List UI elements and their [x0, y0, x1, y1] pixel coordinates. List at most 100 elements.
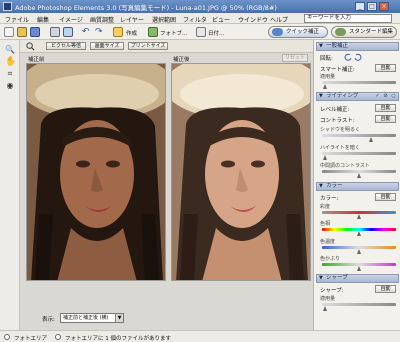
standard-edit-button[interactable]: スタンダード編集	[331, 26, 397, 38]
rotate-left-icon[interactable]	[344, 53, 352, 61]
slider-thumb[interactable]	[323, 155, 327, 160]
general-fix-header[interactable]: ▼ 一般補正	[316, 42, 399, 51]
rotate-label: 回転:	[320, 56, 333, 62]
menu-select[interactable]: 選択範囲	[152, 15, 176, 24]
quick-fix-panel: ▼ 一般補正 回転: スマート補正: 自動 適用量 ▼ ライティング ✓ ⊘ ○…	[313, 40, 400, 330]
saturation-label: 彩度	[320, 204, 331, 210]
slider-thumb[interactable]	[323, 306, 327, 311]
temperature-label: 色温度	[320, 239, 336, 245]
slider-thumb[interactable]	[357, 173, 361, 178]
slider-thumb[interactable]	[323, 84, 327, 89]
menu-edit[interactable]: 編集	[37, 15, 49, 24]
hue-slider[interactable]	[322, 228, 396, 231]
title-bar: Adobe Photoshop Elements 3.0 (写真編集モード) -…	[0, 0, 400, 13]
cancel-icon[interactable]: ⊘	[383, 94, 388, 99]
photo-browser-button[interactable]: フォトブ…	[160, 29, 188, 37]
midtone-contrast-slider[interactable]	[322, 170, 396, 173]
color-auto-button[interactable]: 自動	[375, 193, 396, 201]
sharpen-amount-label: 適用量	[320, 296, 336, 302]
sharpen-slider[interactable]	[322, 303, 396, 306]
collapse-triangle-icon: ▼	[319, 93, 323, 99]
general-fix-title: 一般補正	[326, 43, 349, 49]
status-bar: フォトエリア フォトエリアに 1 個のファイルがあります	[0, 330, 400, 342]
confirm-check-icon[interactable]: ✓	[375, 94, 380, 99]
shadows-slider[interactable]	[322, 134, 396, 137]
calendar-icon[interactable]	[196, 27, 206, 37]
sharpen-auto-button[interactable]: 自動	[375, 285, 396, 293]
window-title: Adobe Photoshop Elements 3.0 (写真編集モード) -…	[15, 4, 277, 12]
minimize-button[interactable]: _	[355, 2, 365, 11]
smart-fix-amount-label: 適用量	[320, 74, 336, 80]
create-icon[interactable]	[113, 27, 123, 37]
crop-tool-icon[interactable]: ⌗	[5, 69, 15, 79]
levels-auto-button[interactable]: 自動	[375, 104, 396, 112]
tint-label: 色かぶり	[320, 256, 341, 262]
highlights-label: ハイライトを暗く	[320, 145, 360, 151]
menu-image[interactable]: イメージ	[59, 15, 83, 24]
new-file-icon[interactable]	[4, 27, 14, 37]
shortcuts-toolbar: ↶ ↷ 作成 フォトブ… 日付… クイック補正 スタンダード編集	[0, 24, 400, 40]
midtone-contrast-label: 中間調のコントラスト	[320, 163, 370, 169]
tool-strip: 🔍 ✋ ⌗ ◉	[0, 40, 20, 330]
view-mode-select[interactable]: 補正前と補正後 (横) ▼	[60, 313, 124, 323]
fit-screen-button[interactable]: 画面サイズ	[90, 42, 124, 50]
slider-thumb[interactable]	[369, 137, 373, 142]
menu-layer[interactable]: レイヤー	[120, 15, 144, 24]
menu-bar: ファイル 編集 イメージ 画質調整 レイヤー 選択範囲 フィルタ ビュー ウイン…	[0, 13, 400, 24]
search-input[interactable]: キーワードを入力	[304, 14, 392, 23]
photo-bin-toggle-icon[interactable]	[4, 334, 10, 340]
email-icon[interactable]	[63, 27, 73, 37]
smart-fix-slider[interactable]	[322, 81, 396, 84]
create-button[interactable]: 作成	[126, 29, 137, 37]
tint-slider[interactable]	[322, 263, 396, 266]
actual-pixels-button[interactable]: ピクセル等倍	[46, 42, 86, 50]
smart-fix-auto-button[interactable]: 自動	[375, 64, 396, 72]
quick-fix-button[interactable]: クイック補正	[268, 26, 328, 38]
menu-file[interactable]: ファイル	[5, 15, 29, 24]
after-photo[interactable]	[171, 63, 311, 281]
save-icon[interactable]	[30, 27, 40, 37]
photo-bin-label[interactable]: フォトエリア	[14, 334, 47, 342]
reset-circle-icon[interactable]: ○	[391, 94, 396, 99]
photo-bin-status-icon	[55, 334, 61, 340]
maximize-button[interactable]: □	[367, 2, 377, 11]
zoom-tool-icon[interactable]: 🔍	[5, 45, 15, 55]
temperature-slider[interactable]	[322, 246, 396, 249]
saturation-slider[interactable]	[322, 211, 396, 214]
red-eye-tool-icon[interactable]: ◉	[5, 81, 15, 91]
highlights-slider[interactable]	[322, 152, 396, 155]
color-header[interactable]: ▼ カラー	[316, 182, 399, 191]
lighting-header[interactable]: ▼ ライティング ✓ ⊘ ○	[316, 92, 399, 101]
slider-thumb[interactable]	[357, 249, 361, 254]
reset-button[interactable]: リセット	[282, 54, 308, 62]
quick-fix-label: クイック補正	[286, 29, 320, 35]
photo-browser-icon[interactable]	[148, 27, 158, 37]
collapse-triangle-icon: ▼	[319, 183, 323, 189]
menu-enhance[interactable]: 画質調整	[90, 15, 114, 24]
close-button[interactable]: ×	[379, 2, 389, 11]
undo-icon[interactable]: ↶	[82, 27, 92, 37]
hand-tool-icon[interactable]: ✋	[5, 57, 16, 67]
menu-filter[interactable]: フィルタ	[183, 15, 207, 24]
standard-edit-icon	[335, 28, 346, 36]
photo-bin-info: フォトエリアに 1 個のファイルがあります	[65, 336, 171, 342]
contrast-auto-button[interactable]: 自動	[375, 115, 396, 123]
rotate-right-icon[interactable]	[354, 53, 362, 61]
date-view-button[interactable]: 日付…	[208, 29, 225, 37]
zoom-icon[interactable]	[26, 42, 35, 51]
slider-thumb[interactable]	[357, 214, 361, 219]
menu-help[interactable]: ヘルプ	[270, 15, 288, 24]
slider-thumb[interactable]	[357, 231, 361, 236]
before-photo[interactable]	[26, 63, 166, 281]
sharpen-header[interactable]: ▼ シャープ	[316, 274, 399, 283]
view-mode-label: 表示:	[42, 317, 55, 323]
sharpen-title: シャープ	[326, 275, 348, 281]
print-size-button[interactable]: プリントサイズ	[128, 42, 168, 50]
redo-icon[interactable]: ↷	[95, 27, 105, 37]
image-canvas: 補正前 補正後 リセット 表示: 補正前と補正後 (横) ▼	[20, 53, 313, 330]
menu-view[interactable]: ビュー	[212, 15, 230, 24]
slider-thumb[interactable]	[357, 266, 361, 271]
open-folder-icon[interactable]	[17, 27, 27, 37]
print-icon[interactable]	[50, 27, 60, 37]
menu-window[interactable]: ウインドウ	[238, 15, 268, 24]
